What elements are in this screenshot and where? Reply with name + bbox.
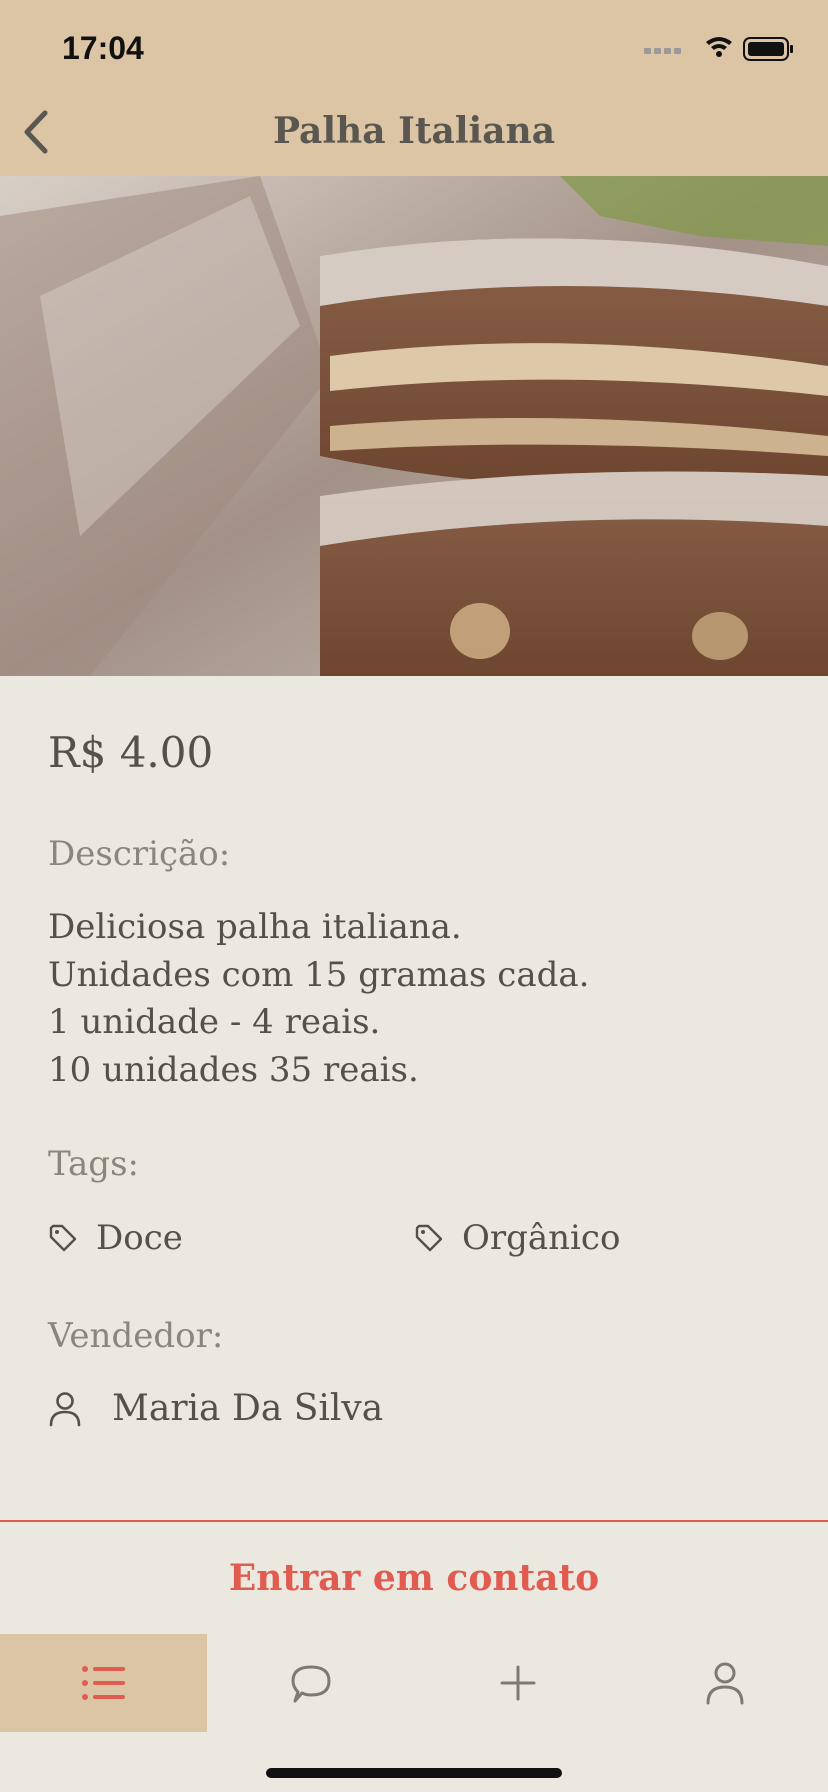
- description-line: Unidades com 15 gramas cada.: [48, 954, 590, 995]
- page-title: Palha Italiana: [272, 110, 556, 152]
- seller-label: Vendedor:: [48, 1316, 224, 1356]
- contact-button[interactable]: Entrar em contato: [0, 1520, 828, 1634]
- product-price: R$ 4.00: [48, 728, 214, 777]
- user-icon: [706, 1662, 743, 1705]
- tag-label: Doce: [96, 1218, 183, 1258]
- status-icons: [644, 37, 793, 61]
- battery-icon: [743, 37, 793, 61]
- user-icon: [49, 1391, 81, 1426]
- tags-label: Tags:: [48, 1144, 139, 1184]
- tab-add[interactable]: [414, 1634, 621, 1732]
- tab-bar: [0, 1634, 828, 1732]
- status-bar: 17:04: [0, 0, 828, 88]
- product-photo: [0, 176, 828, 676]
- description-label: Descrição:: [48, 834, 231, 874]
- tab-list[interactable]: [0, 1634, 207, 1732]
- tag-organico: Orgânico: [414, 1218, 620, 1258]
- chat-bubble-icon: [291, 1665, 330, 1703]
- tab-chat[interactable]: [207, 1634, 414, 1732]
- tag-doce: Doce: [48, 1218, 183, 1258]
- tab-profile[interactable]: [621, 1634, 828, 1732]
- tag-icon: [49, 1224, 77, 1252]
- signal-icon: [644, 48, 681, 54]
- wifi-icon: [706, 37, 732, 57]
- status-time: 17:04: [62, 30, 144, 66]
- tag-icon: [415, 1224, 443, 1252]
- description-line: 10 unidades 35 reais.: [48, 1049, 419, 1090]
- product-image: [0, 176, 828, 676]
- tag-label: Orgânico: [462, 1218, 621, 1258]
- description-line: Deliciosa palha italiana.: [48, 907, 462, 947]
- home-indicator: [266, 1768, 562, 1778]
- list-icon: [81, 1666, 125, 1700]
- seller-name: Maria Da Silva: [112, 1388, 384, 1429]
- product-description: Deliciosa palha italiana. Unidades com 1…: [48, 904, 589, 1094]
- plus-icon: [500, 1665, 535, 1701]
- description-line: 1 unidade - 4 reais.: [48, 1002, 381, 1042]
- seller-info: Maria Da Silva: [48, 1388, 383, 1429]
- contact-label: Entrar em contato: [228, 1557, 600, 1599]
- nav-bar: Palha Italiana: [0, 88, 828, 176]
